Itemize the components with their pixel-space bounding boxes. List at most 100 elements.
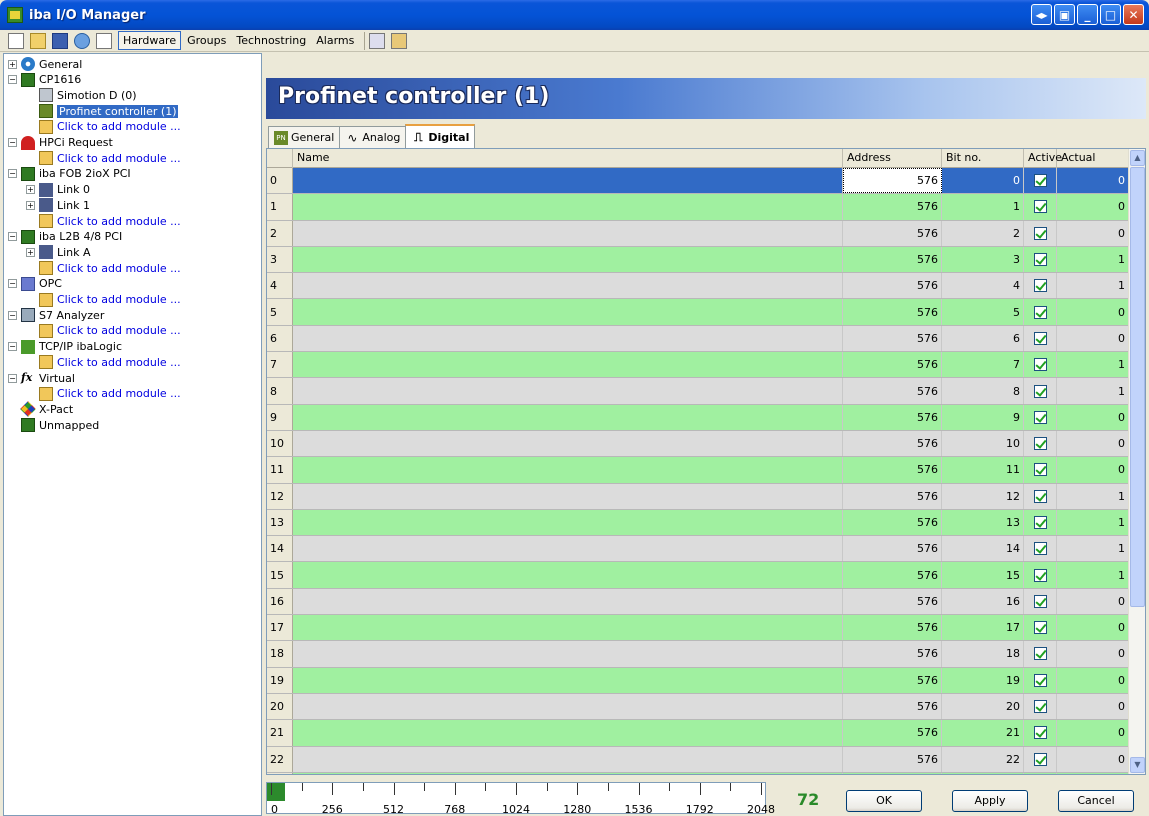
table-row[interactable]: 6 576 6 0 <box>267 325 1129 353</box>
tree-item[interactable]: Click to add module ... <box>26 354 181 370</box>
active-cell[interactable] <box>1024 588 1057 615</box>
bit-no-cell[interactable]: 1 <box>942 194 1024 220</box>
name-cell[interactable] <box>293 483 843 509</box>
table-row[interactable]: 18 576 18 0 <box>267 641 1129 668</box>
active-checkbox[interactable] <box>1033 331 1047 345</box>
tree-item[interactable]: − iba L2B 4/8 PCI <box>8 229 122 245</box>
tree-item[interactable]: − TCP/IP ibaLogic <box>8 339 122 355</box>
tree-item[interactable]: Profinet controller (1) <box>26 103 179 119</box>
bit-no-cell[interactable]: 13 <box>942 509 1024 536</box>
tree-item-label[interactable]: Click to add module ... <box>57 262 181 275</box>
expand-icon[interactable]: + <box>26 200 35 210</box>
table-row[interactable]: 20 576 20 0 <box>267 693 1129 721</box>
address-cell[interactable]: 576 <box>843 588 942 615</box>
active-checkbox[interactable] <box>1033 752 1047 766</box>
name-cell[interactable] <box>293 509 843 536</box>
tree-item-label[interactable]: Click to add module ... <box>57 387 181 400</box>
tree-item[interactable]: X-Pact <box>8 401 73 418</box>
name-cell[interactable] <box>293 536 843 562</box>
tree-item-label[interactable]: Click to add module ... <box>57 152 181 165</box>
active-checkbox[interactable] <box>1033 200 1047 214</box>
tree-item-label[interactable]: iba L2B 4/8 PCI <box>39 230 122 243</box>
active-cell[interactable] <box>1024 246 1057 273</box>
address-cell[interactable]: 576 <box>843 246 942 273</box>
name-cell[interactable] <box>293 615 843 641</box>
address-cell[interactable]: 576 <box>843 194 942 220</box>
bit-no-cell[interactable]: 12 <box>942 483 1024 509</box>
address-cell[interactable]: 576 <box>843 667 942 693</box>
signal-grid[interactable]: Name Address Bit no. Active Actual 0 576 0… <box>266 148 1146 775</box>
active-checkbox[interactable] <box>1033 279 1047 293</box>
column-header-actual[interactable]: Actual <box>1057 149 1129 168</box>
name-cell[interactable] <box>293 273 843 299</box>
tree-item-label[interactable]: Profinet controller (1) <box>57 104 179 118</box>
active-checkbox[interactable] <box>1033 647 1047 661</box>
minimize-button[interactable]: _ <box>1077 4 1098 25</box>
table-row[interactable]: 21 576 21 0 <box>267 720 1129 747</box>
active-checkbox[interactable] <box>1033 358 1047 372</box>
name-cell[interactable] <box>293 378 843 404</box>
active-checkbox[interactable] <box>1033 463 1047 477</box>
active-cell[interactable] <box>1024 562 1057 588</box>
address-cell[interactable]: 576 <box>843 483 942 509</box>
name-cell[interactable] <box>293 246 843 273</box>
table-row[interactable]: 22 576 22 0 <box>267 746 1129 773</box>
column-header-address[interactable]: Address <box>843 149 942 168</box>
address-cell[interactable]: 576 <box>843 615 942 641</box>
tree-item[interactable]: − HPCi Request <box>8 135 113 151</box>
address-cell[interactable]: 576 <box>843 220 942 246</box>
table-row[interactable]: 15 576 15 1 <box>267 562 1129 589</box>
import-icon[interactable] <box>74 32 90 49</box>
tree-item-label[interactable]: TCP/IP ibaLogic <box>39 340 122 353</box>
bit-no-cell[interactable]: 22 <box>942 746 1024 772</box>
bit-no-cell[interactable]: 9 <box>942 404 1024 430</box>
bit-no-cell[interactable]: 10 <box>942 430 1024 457</box>
tree-item[interactable]: Click to add module ... <box>26 323 181 339</box>
collapse-icon[interactable]: − <box>8 232 17 242</box>
address-cell[interactable]: 576 <box>843 352 942 378</box>
active-cell[interactable] <box>1024 667 1057 693</box>
tree-item[interactable]: Click to add module ... <box>26 150 181 166</box>
active-checkbox[interactable] <box>1033 542 1047 556</box>
table-row[interactable]: 10 576 10 0 <box>267 430 1129 458</box>
expand-icon[interactable]: + <box>8 59 17 69</box>
name-cell[interactable] <box>293 352 843 378</box>
active-cell[interactable] <box>1024 220 1057 246</box>
active-checkbox[interactable] <box>1033 594 1047 608</box>
tree-item[interactable]: Click to add module ... <box>26 260 181 276</box>
tree-item[interactable]: − OPC <box>8 276 62 292</box>
name-cell[interactable] <box>293 299 843 325</box>
collapse-icon[interactable]: − <box>8 75 17 85</box>
active-checkbox[interactable] <box>1033 568 1047 582</box>
name-cell[interactable] <box>293 404 843 430</box>
bit-no-cell[interactable]: 17 <box>942 615 1024 641</box>
tree-item[interactable]: − fx Virtual <box>8 370 75 386</box>
active-checkbox[interactable] <box>1033 673 1047 687</box>
toolbar-tab-hardware[interactable]: Hardware <box>118 31 182 50</box>
collapse-icon[interactable]: − <box>8 138 17 147</box>
name-cell[interactable] <box>293 772 843 774</box>
name-cell[interactable] <box>293 562 843 588</box>
tree-item-label[interactable]: OPC <box>39 277 62 290</box>
name-cell[interactable] <box>293 693 843 720</box>
tree-item[interactable]: + General <box>8 56 82 72</box>
table-row[interactable]: 8 576 8 1 <box>267 378 1129 405</box>
name-cell[interactable] <box>293 588 843 615</box>
name-cell[interactable] <box>293 194 843 220</box>
tree-item[interactable]: + Link 1 <box>26 197 90 213</box>
expand-icon[interactable]: + <box>26 247 35 257</box>
table-row[interactable]: 5 576 5 0 <box>267 299 1129 326</box>
table-row[interactable]: 19 576 19 0 <box>267 667 1129 694</box>
active-cell[interactable] <box>1024 509 1057 536</box>
maximize-button[interactable]: □ <box>1100 4 1121 25</box>
tab-analog[interactable]: ∿ Analog <box>339 126 407 148</box>
table-row[interactable]: 14 576 14 1 <box>267 536 1129 563</box>
bit-no-cell[interactable]: 11 <box>942 457 1024 483</box>
tree-item[interactable]: + Link A <box>26 244 91 260</box>
address-cell[interactable]: 576 <box>843 509 942 536</box>
toolbar-tab-groups[interactable]: Groups <box>183 32 230 49</box>
tree-item[interactable]: + Link 0 <box>26 182 90 198</box>
window-extra-button-1[interactable]: ◂▸ <box>1031 4 1052 25</box>
tree-item[interactable]: Click to add module ... <box>26 386 181 402</box>
export-icon[interactable] <box>96 32 112 49</box>
